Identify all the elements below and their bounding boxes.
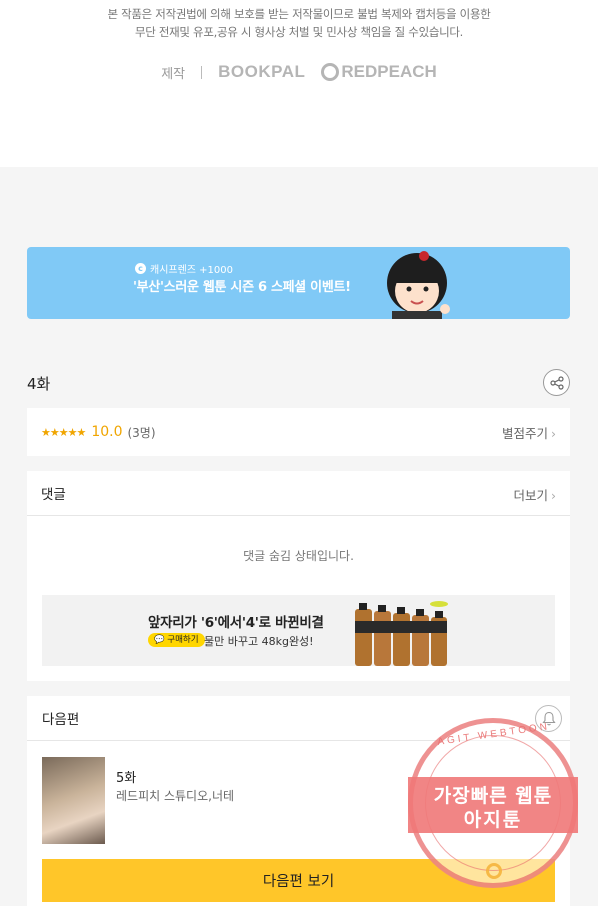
comments-more-label: 더보기 <box>513 488 548 503</box>
divider <box>201 65 203 79</box>
next-episode-name[interactable]: 5화 <box>116 767 136 786</box>
copyright-section: 본 작품은 저작권법에 의해 보호를 받는 저작물이므로 불법 복제와 캡처등을… <box>0 0 598 167</box>
rating-card: ★★★★★ 10.0 (3명) 별점주기 › <box>27 408 570 456</box>
copyright-notice-line2: 무단 전재및 유포,공유 시 형사상 처벌 및 민사상 책임을 질 수있습니다. <box>134 25 464 39</box>
banner-sub: c 캐시프렌즈 +1000 <box>135 261 233 276</box>
rating-stars: ★★★★★ <box>41 425 86 439</box>
ad-buy-label: 구매하기 <box>167 635 199 645</box>
comments-card: 댓글 더보기 › 댓글 숨김 상태입니다. 앞자리가 '6'에서'4'로 바뀐비결… <box>27 471 570 681</box>
share-icon <box>549 375 564 390</box>
next-episode-author: 레드피치 스튜디오,너테 <box>116 789 235 803</box>
ad-banner[interactable]: 앞자리가 '6'에서'4'로 바뀐비결 💬 구매하기 물만 바꾸고 48kg완성… <box>42 595 555 666</box>
rate-button[interactable]: 별점주기 › <box>502 423 556 442</box>
redpeach-logo-text: REDPEACH <box>341 62 437 81</box>
watermark-line1: 가장빠른 웹툰 <box>433 785 553 807</box>
rating-count: (3명) <box>127 425 156 440</box>
production-credits: 제작 BOOKPAL REDPEACH <box>0 62 598 82</box>
watermark-logo-icon <box>486 863 502 879</box>
comments-title: 댓글 <box>41 487 66 503</box>
next-episode-thumbnail[interactable] <box>42 757 105 844</box>
share-button[interactable] <box>543 369 570 396</box>
comments-hidden-message: 댓글 숨김 상태입니다. <box>243 549 354 563</box>
banner-title: '부산'스러운 웹툰 시즌 6 스페셜 이벤트! <box>133 280 351 295</box>
bookpal-logo: BOOKPAL <box>218 62 306 81</box>
rating-score: 10.0 <box>91 424 123 440</box>
event-banner[interactable]: c 캐시프렌즈 +1000 '부산'스러운 웹툰 시즌 6 스페셜 이벤트! <box>27 247 570 319</box>
product-bottles-image <box>355 601 448 666</box>
ad-description: 물만 바꾸고 48kg완성! <box>204 635 314 648</box>
banner-sub-text: 캐시프렌즈 +1000 <box>150 265 234 276</box>
character-illustration <box>387 251 450 319</box>
comments-header: 댓글 <box>27 471 570 516</box>
next-episode-title: 다음편 <box>42 712 80 728</box>
produced-by-label: 제작 <box>161 66 186 82</box>
rate-button-label: 별점주기 <box>501 426 548 441</box>
chevron-right-icon: › <box>551 488 556 503</box>
ad-buy-badge: 💬 구매하기 <box>148 633 205 647</box>
chevron-right-icon: › <box>551 426 556 441</box>
ad-title: 앞자리가 '6'에서'4'로 바뀐비결 <box>148 615 324 631</box>
episode-title: 4화 <box>27 375 51 393</box>
coin-icon: c <box>135 263 146 274</box>
redpeach-logo: REDPEACH <box>321 62 437 82</box>
copyright-notice-line1: 본 작품은 저작권법에 의해 보호를 받는 저작물이므로 불법 복제와 캡처등을… <box>107 7 491 21</box>
comments-more-button[interactable]: 더보기 › <box>513 485 556 504</box>
redpeach-logo-mark <box>321 63 340 81</box>
watermark-line2: 아지툰 <box>463 809 523 831</box>
watermark-stamp: AGIT WEBTOON 가장빠른 웹툰 아지툰 <box>408 718 578 888</box>
